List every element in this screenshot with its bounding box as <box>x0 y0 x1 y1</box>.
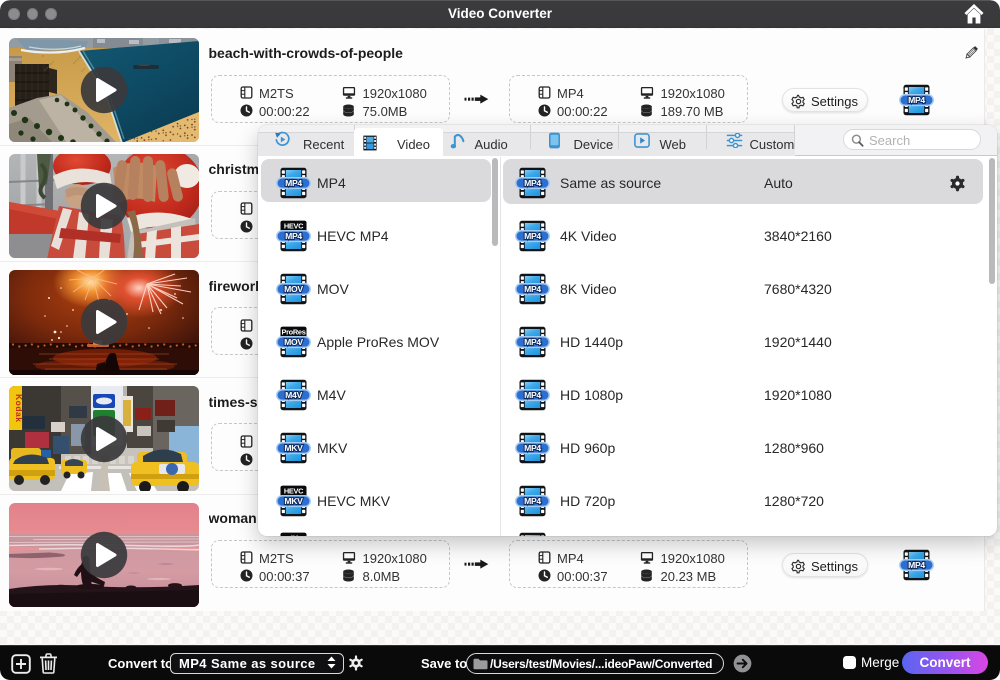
svg-text:HEVC: HEVC <box>284 487 304 496</box>
svg-text:ProRes: ProRes <box>281 328 305 337</box>
svg-text:MP4: MP4 <box>524 496 541 506</box>
svg-text:4K: 4K <box>289 533 299 536</box>
svg-text:MP4: MP4 <box>524 231 541 241</box>
svg-text:MOV: MOV <box>284 284 303 294</box>
svg-text:MP4: MP4 <box>908 95 925 105</box>
svg-text:MOV: MOV <box>284 337 303 347</box>
svg-text:M4V: M4V <box>285 390 302 400</box>
svg-text:MP4: MP4 <box>524 178 541 188</box>
svg-text:MP4: MP4 <box>524 337 541 347</box>
svg-text:MKV: MKV <box>284 496 303 506</box>
svg-text:HEVC: HEVC <box>284 221 304 230</box>
svg-text:MP4: MP4 <box>285 178 302 188</box>
svg-text:MP4: MP4 <box>524 390 541 400</box>
svg-text:MKV: MKV <box>284 443 303 453</box>
svg-text:MP4: MP4 <box>285 231 302 241</box>
svg-text:MP4: MP4 <box>524 284 541 294</box>
svg-text:Kodak: Kodak <box>14 394 24 422</box>
svg-text:MP4: MP4 <box>524 443 541 453</box>
svg-text:MP4: MP4 <box>908 560 925 570</box>
